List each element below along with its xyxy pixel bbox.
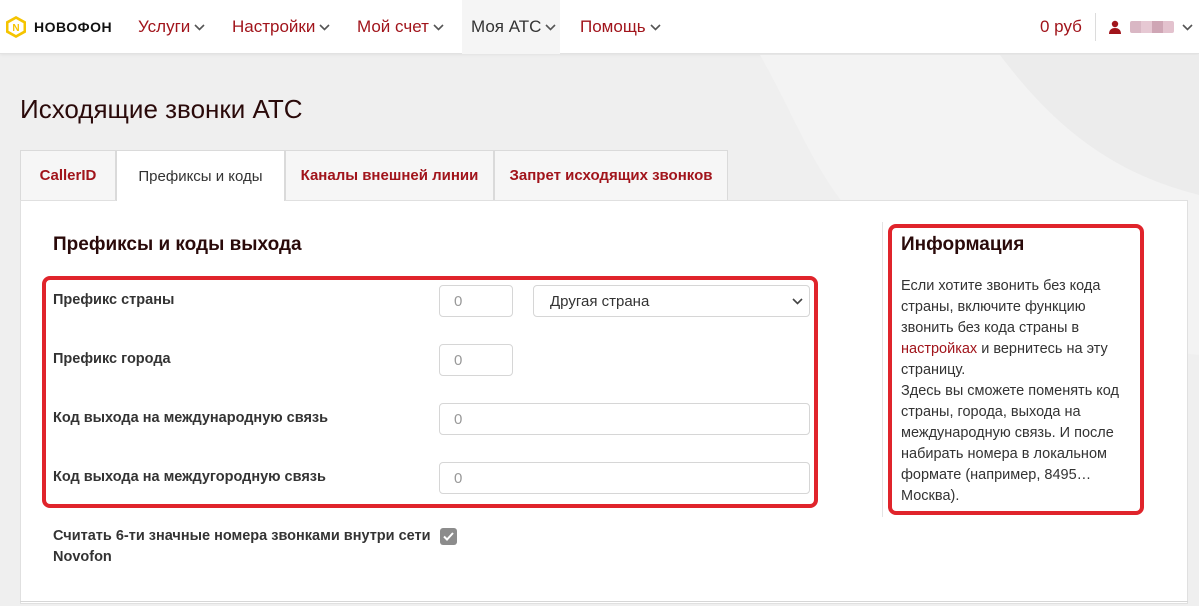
chevron-down-icon: [319, 23, 330, 31]
chevron-down-icon: [792, 298, 803, 305]
info-title: Информация: [901, 234, 1025, 255]
chevron-down-icon: [1182, 23, 1193, 31]
info-divider: [882, 222, 883, 517]
city-prefix-label: Префикс города: [53, 351, 171, 367]
logo[interactable]: N НОВОФОН: [4, 15, 112, 39]
user-menu[interactable]: [1108, 0, 1193, 54]
country-select[interactable]: Другая страна: [533, 285, 810, 317]
info-text-part: Здесь вы сможете поменять код страны, го…: [901, 383, 1119, 504]
long-distance-code-label: Код выхода на междугородную связь: [53, 469, 326, 485]
balance-value: 0 руб: [1040, 17, 1082, 36]
nav-item-services[interactable]: Услуги: [138, 0, 205, 54]
settings-link[interactable]: настройках: [901, 341, 977, 357]
country-prefix-input[interactable]: 0: [439, 285, 513, 317]
section-title: Префиксы и коды выхода: [53, 234, 302, 255]
balance-link[interactable]: 0 руб: [1040, 0, 1082, 54]
six-digit-checkbox[interactable]: [440, 528, 457, 545]
nav-item-help[interactable]: Помощь: [580, 0, 661, 54]
chevron-down-icon: [650, 23, 661, 31]
international-code-label: Код выхода на международную связь: [53, 410, 329, 426]
nav-item-label: Мой счет: [357, 17, 429, 36]
panel-divider: [20, 601, 1188, 602]
chevron-down-icon: [433, 23, 444, 31]
six-digit-checkbox-label: Считать 6-ти значные номера звонками вну…: [53, 528, 431, 565]
country-prefix-label: Префикс страны: [53, 292, 175, 308]
info-text-part: Если хотите звонить без кода страны, вкл…: [901, 278, 1101, 336]
country-select-value: Другая страна: [550, 292, 650, 310]
nav-item-label: Моя АТС: [471, 17, 542, 36]
info-text: Если хотите звонить без кода страны, вкл…: [901, 276, 1137, 507]
logo-icon: N: [6, 16, 26, 38]
nav-item-label: Услуги: [138, 17, 191, 36]
tab-label: CallerID: [39, 167, 97, 184]
nav-item-account[interactable]: Мой счет: [357, 0, 444, 54]
tab-label: Каналы внешней линии: [300, 167, 479, 184]
nav-divider: [1095, 13, 1096, 41]
user-icon: [1109, 20, 1121, 34]
top-navbar: N НОВОФОН Услуги Настройки Мой счет Моя …: [0, 0, 1199, 54]
tab-outgoing-restriction[interactable]: Запрет исходящих звонков: [494, 150, 728, 200]
international-code-input[interactable]: 0: [439, 403, 810, 435]
logo-text: НОВОФОН: [34, 19, 113, 35]
long-distance-code-input[interactable]: 0: [439, 462, 810, 494]
tab-label: Запрет исходящих звонков: [509, 167, 713, 184]
nav-item-label: Настройки: [232, 17, 316, 36]
tab-callerid[interactable]: CallerID: [20, 150, 116, 200]
tab-prefixes-codes[interactable]: Префиксы и коды: [116, 150, 285, 201]
nav-item-settings[interactable]: Настройки: [232, 0, 330, 54]
svg-text:N: N: [12, 23, 19, 34]
checkmark-icon: [443, 532, 454, 541]
page-title: Исходящие звонки АТС: [20, 94, 303, 124]
chevron-down-icon: [545, 23, 556, 31]
tab-external-channels[interactable]: Каналы внешней линии: [285, 150, 494, 200]
chevron-down-icon: [194, 23, 205, 31]
city-prefix-input[interactable]: 0: [439, 344, 513, 376]
nav-item-label: Помощь: [580, 17, 646, 36]
nav-item-my-pbx[interactable]: Моя АТС: [471, 0, 556, 54]
user-name-blurred: [1130, 21, 1174, 33]
tab-label: Префиксы и коды: [138, 167, 263, 185]
